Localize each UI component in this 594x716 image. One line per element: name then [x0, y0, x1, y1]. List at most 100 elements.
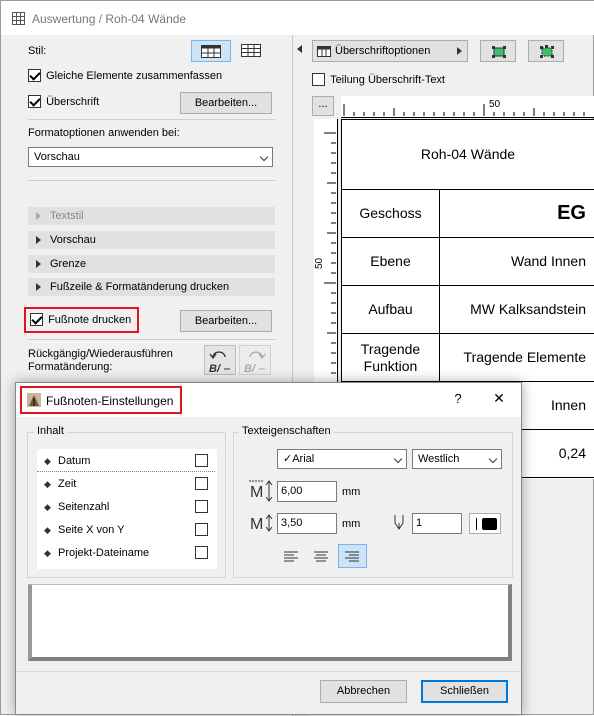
script-select[interactable]: Westlich [412, 449, 502, 469]
list-item[interactable]: ◆ Zeit [37, 473, 215, 495]
cell-edit-icon [540, 45, 554, 58]
chevron-down-icon [488, 454, 498, 464]
divider [16, 671, 521, 672]
header-options-button[interactable]: Überschriftoptionen [312, 40, 468, 62]
text-size-icon: M [250, 514, 273, 533]
section-fusszeile[interactable]: Fußzeile & Formatänderung drucken [28, 278, 275, 296]
drag-handle-icon[interactable]: ◆ [44, 450, 51, 472]
table-row-value[interactable]: MW Kalksandstein [440, 286, 594, 334]
font-value: Arial [292, 453, 315, 465]
fussnote-checkbox-row[interactable]: Fußnote drucken [30, 313, 131, 326]
align-center-button[interactable] [309, 545, 333, 567]
list-item[interactable]: ◆ Seitenzahl [37, 496, 215, 518]
ruler-options-button[interactable]: ... [312, 96, 334, 116]
close-icon[interactable]: ✕ [490, 390, 508, 407]
align-left-icon [284, 551, 298, 562]
bearbeiten-button-2[interactable]: Bearbeiten... [180, 310, 272, 332]
table-row-label[interactable]: Aufbau [342, 286, 440, 334]
svg-text:M: M [250, 516, 263, 533]
list-item-checkbox[interactable] [195, 523, 208, 536]
ueberschrift-label: Überschrift [46, 95, 100, 108]
collapse-left-icon[interactable] [297, 45, 302, 53]
teilung-checkbox-row[interactable]: Teilung Überschrift-Text [312, 73, 445, 86]
table-row-value[interactable]: EG [440, 190, 594, 238]
title-bar: Auswertung / Roh-04 Wände [1, 1, 594, 35]
bearbeiten-button-1[interactable]: Bearbeiten... [180, 92, 272, 114]
divider [28, 180, 275, 181]
header-table-icon [317, 46, 331, 57]
drag-handle-icon[interactable]: ◆ [44, 496, 51, 518]
undo-button[interactable]: B/ [204, 345, 236, 375]
list-item-checkbox[interactable] [195, 546, 208, 559]
list-item-checkbox[interactable] [195, 500, 208, 513]
table-title: Roh-04 Wände [420, 146, 516, 162]
teilung-checkbox[interactable] [312, 73, 325, 86]
cell-text: Aufbau [368, 301, 413, 317]
stil-label: Stil: [28, 45, 47, 57]
style-grid-button[interactable] [191, 40, 231, 62]
unit-label: mm [342, 486, 361, 498]
footnote-text-area[interactable] [28, 584, 512, 661]
table-icon [12, 12, 25, 25]
ruler-h-label: 50 [489, 99, 501, 110]
dialog-title: Fußnoten-Einstellungen [46, 394, 174, 408]
ruler-v-label: 50 [314, 257, 325, 269]
font-select[interactable]: ✓Arial [277, 449, 407, 469]
svg-text:B/: B/ [209, 363, 222, 374]
section-vorschau[interactable]: Vorschau [28, 231, 275, 249]
format-select[interactable]: Vorschau [28, 147, 273, 167]
drag-handle-icon[interactable]: ◆ [44, 542, 51, 564]
cancel-button[interactable]: Abbrechen [320, 680, 407, 703]
text-height-input[interactable]: 6,00 [277, 481, 337, 502]
gleiche-checkbox-row[interactable]: Gleiche Elemente zusammenfassen [28, 69, 222, 82]
text-size-input[interactable]: 3,50 [277, 513, 337, 534]
redo-icon: B/ [244, 351, 266, 375]
style-plain-button[interactable] [233, 40, 269, 62]
list-item[interactable]: ◆ Datum [37, 450, 215, 472]
fussnote-checkbox[interactable] [30, 313, 43, 326]
list-item-label: Datum [58, 455, 91, 467]
unit-label: mm [342, 518, 361, 530]
teilung-label: Teilung Überschrift-Text [330, 73, 445, 86]
pen-color-button[interactable] [469, 513, 501, 534]
list-item-label: Seite X von Y [58, 524, 125, 536]
table-row-label[interactable]: Ebene [342, 238, 440, 286]
pen-icon [394, 515, 404, 530]
gleiche-checkbox[interactable] [28, 69, 41, 82]
align-left-button[interactable] [279, 545, 303, 567]
cell-text: Tragende Funktion [360, 340, 421, 374]
list-item[interactable]: ◆ Seite X von Y [37, 519, 215, 541]
cell-text: EG [557, 202, 586, 224]
checkmark-icon: ✓ [283, 453, 293, 465]
app-icon [27, 393, 41, 407]
cell-text: 0,24 [558, 445, 586, 461]
pen-input[interactable]: 1 [412, 513, 462, 534]
undo-icon: B/ [209, 351, 230, 375]
cell-select-icon [492, 46, 506, 58]
divider [476, 518, 477, 530]
help-button[interactable]: ? [450, 391, 466, 406]
footnote-dialog: Fußnoten-Einstellungen ? ✕ Inhalt ◆ Datu… [15, 382, 522, 715]
section-grenze[interactable]: Grenze [28, 255, 275, 273]
cell-select-button[interactable] [480, 40, 516, 62]
ueberschrift-checkbox-row[interactable]: Überschrift [28, 95, 99, 108]
table-row-value[interactable]: Tragende Elemente [440, 334, 594, 382]
redo-button[interactable]: B/ [239, 345, 271, 375]
submenu-arrow-icon [457, 47, 462, 55]
list-item-label: Seitenzahl [58, 501, 110, 513]
drag-handle-icon[interactable]: ◆ [44, 473, 51, 495]
table-row-label[interactable]: Geschoss [342, 190, 440, 238]
list-item-checkbox[interactable] [195, 477, 208, 490]
table-row-value[interactable]: Wand Innen [440, 238, 594, 286]
table-row-label[interactable]: Tragende Funktion [342, 334, 440, 382]
list-item[interactable]: ◆ Projekt-Dateiname [37, 542, 215, 564]
section-textstil[interactable]: Textstil [28, 207, 275, 225]
cell-edit-button[interactable] [528, 40, 564, 62]
list-item-checkbox[interactable] [195, 454, 208, 467]
ueberschrift-checkbox[interactable] [28, 95, 41, 108]
align-right-button[interactable] [338, 544, 367, 568]
drag-handle-icon[interactable]: ◆ [44, 519, 51, 541]
close-button[interactable]: Schließen [421, 680, 508, 703]
gleiche-label: Gleiche Elemente zusammenfassen [46, 69, 223, 82]
table-title-cell[interactable]: Roh-04 Wände [342, 120, 594, 190]
